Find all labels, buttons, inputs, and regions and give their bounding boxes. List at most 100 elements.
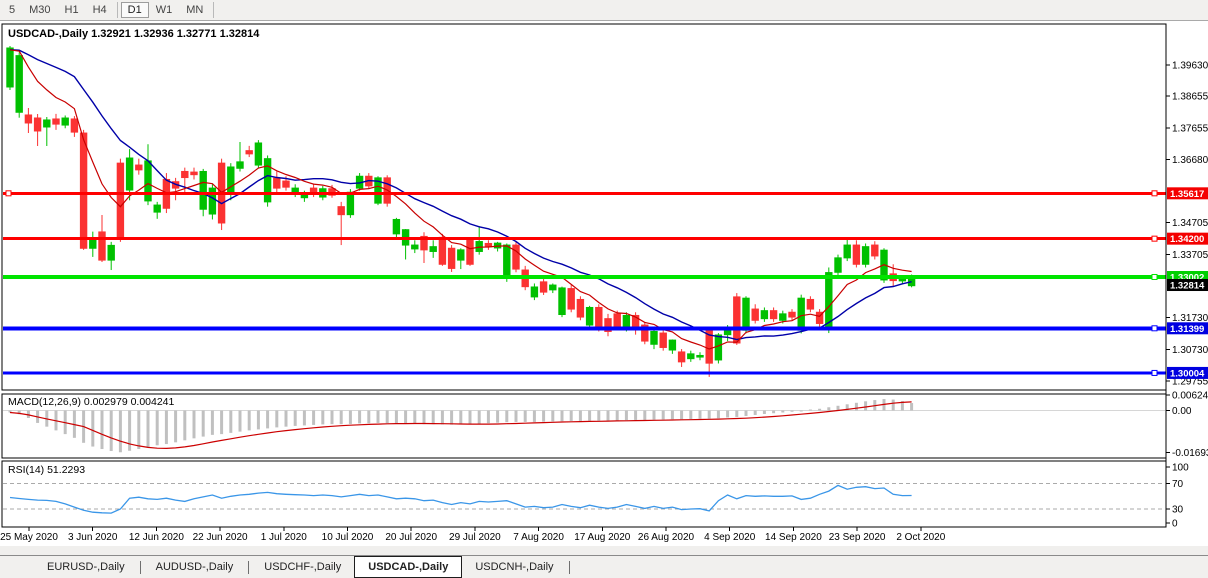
macd-histogram-bar [193,411,196,439]
macd-histogram-bar [285,411,288,427]
macd-histogram-bar [239,411,242,432]
tab-separator [140,561,141,574]
candle-body [430,247,436,252]
macd-histogram-bar [165,411,168,445]
macd-histogram-bar [772,411,775,414]
tab-eurusd-daily[interactable]: EURUSD-,Daily [34,556,138,578]
candle-body [559,288,565,315]
date-axis-label: 23 Sep 2020 [829,532,886,543]
macd-histogram-bar [423,411,426,425]
candle-body [660,333,666,347]
chart-title: USDCAD-,Daily 1.32921 1.32936 1.32771 1.… [8,28,260,40]
macd-histogram-bar [469,411,472,425]
timeframe-button-5[interactable]: 5 [2,2,22,18]
macd-histogram-bar [754,411,757,415]
date-axis-label: 25 May 2020 [0,532,58,543]
date-axis-label: 26 Aug 2020 [638,532,695,543]
rsi-axis-label: 100 [1172,463,1189,474]
candle-body [108,245,114,260]
main-pane [2,24,1166,390]
macd-histogram-bar [110,411,113,452]
macd-histogram-bar [395,411,398,424]
candle-body [200,171,206,209]
macd-axis-label: 0.006245 [1172,390,1208,401]
macd-histogram-bar [515,411,518,422]
timeframe-button-mn[interactable]: MN [179,2,210,18]
tab-usdcad-daily[interactable]: USDCAD-,Daily [354,556,462,578]
candle-body [53,119,59,124]
candle-body [789,312,795,317]
tab-usdchf-daily[interactable]: USDCHF-,Daily [251,556,354,578]
candle-body [145,161,151,201]
price-axis-label: 1.34705 [1172,218,1208,229]
macd-histogram-bar [137,411,140,450]
price-axis-label: 1.37655 [1172,124,1208,135]
macd-histogram-bar [717,411,720,419]
toolbar-separator [213,2,214,18]
candle-body [752,309,758,320]
macd-histogram-bar [726,411,729,418]
date-axis-label: 4 Sep 2020 [704,532,756,543]
macd-histogram-bar [699,411,702,419]
macd-histogram-bar [275,411,278,428]
hline-handle[interactable] [1152,236,1157,241]
date-axis-label: 29 Jul 2020 [449,532,501,543]
macd-histogram-bar [892,400,895,411]
price-axis-label: 1.39630 [1172,60,1208,71]
macd-histogram-bar [358,411,361,424]
macd-histogram-bar [450,411,453,425]
macd-histogram-bar [864,401,867,410]
macd-histogram-bar [174,411,177,443]
macd-histogram-bar [229,411,232,433]
candle-body [596,307,602,328]
hline-handle[interactable] [1152,326,1157,331]
macd-histogram-bar [441,411,444,425]
macd-histogram-bar [561,411,564,422]
candle-body [99,232,105,260]
candle-body [237,162,243,168]
macd-histogram-bar [634,411,637,420]
timeframe-button-w1[interactable]: W1 [149,2,180,18]
price-level-box-label: 1.30004 [1170,368,1205,379]
macd-histogram-bar [101,411,104,450]
price-axis-label: 1.30730 [1172,345,1208,356]
candle-body [540,282,546,292]
candle-body [586,307,592,325]
rsi-axis-label: 0 [1172,519,1178,530]
hline-handle[interactable] [1152,370,1157,375]
macd-histogram-bar [321,411,324,425]
current-price-label: 1.32814 [1170,281,1205,292]
candle-body [16,56,22,113]
macd-histogram-bar [91,411,94,447]
timeframe-button-h1[interactable]: H1 [58,2,86,18]
timeframe-button-d1[interactable]: D1 [121,2,149,18]
tab-audusd-daily[interactable]: AUDUSD-,Daily [143,556,247,578]
macd-histogram-bar [680,411,683,420]
timeframe-button-m30[interactable]: M30 [22,2,57,18]
macd-histogram-bar [303,411,306,426]
macd-histogram-bar [781,411,784,413]
macd-histogram-bar [119,411,122,453]
hline-handle[interactable] [6,191,11,196]
macd-histogram-bar [809,410,812,411]
tab-usdcnh-daily[interactable]: USDCNH-,Daily [462,556,566,578]
candle-body [467,240,473,264]
candle-body [872,245,878,256]
candle-body [678,352,684,362]
candle-body [25,115,31,123]
hline-handle[interactable] [1152,275,1157,280]
candle-body [154,205,160,212]
macd-histogram-bar [340,411,343,425]
candle-body [844,245,850,258]
date-axis-label: 14 Sep 2020 [765,532,822,543]
candle-body [117,163,123,239]
macd-histogram-bar [266,411,269,429]
macd-histogram-bar [404,411,407,424]
hline-handle[interactable] [1152,191,1157,196]
date-axis-label: 2 Oct 2020 [896,532,945,543]
date-axis-label: 7 Aug 2020 [513,532,564,543]
timeframe-button-h4[interactable]: H4 [86,2,114,18]
symbol-tabbar: EURUSD-,DailyAUDUSD-,DailyUSDCHF-,DailyU… [0,555,1208,578]
candle-body [301,195,307,198]
candle-body [255,143,261,165]
